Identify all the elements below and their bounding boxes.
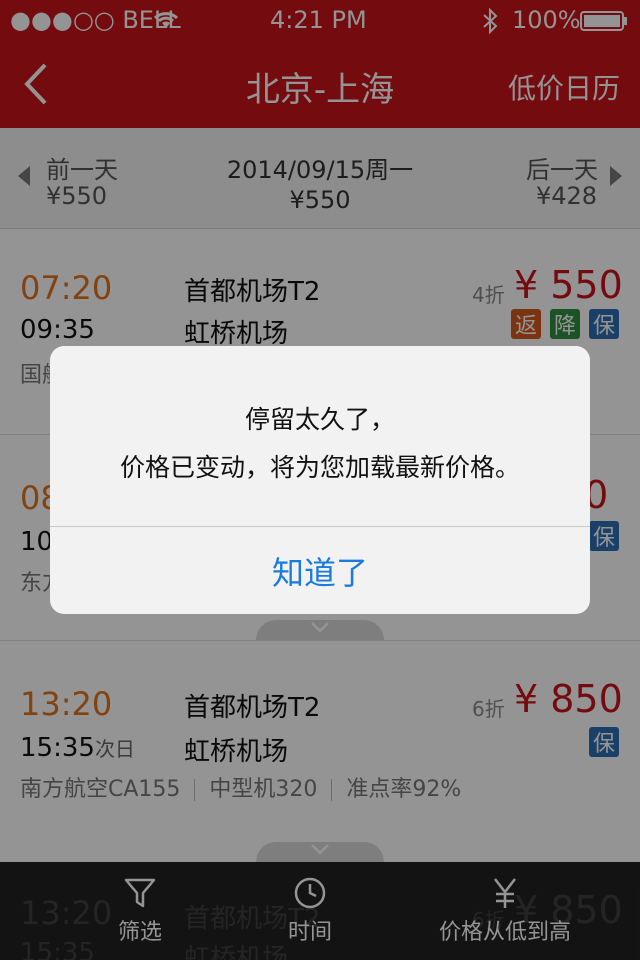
alert-message-line2: 价格已变动，将为您加载最新价格。	[119, 453, 520, 482]
alert-dialog: 停留太久了， 价格已变动，将为您加载最新价格。 知道了	[50, 346, 590, 614]
alert-message-line1: 停留太久了，	[244, 405, 395, 434]
alert-confirm-button[interactable]: 知道了	[50, 527, 590, 614]
